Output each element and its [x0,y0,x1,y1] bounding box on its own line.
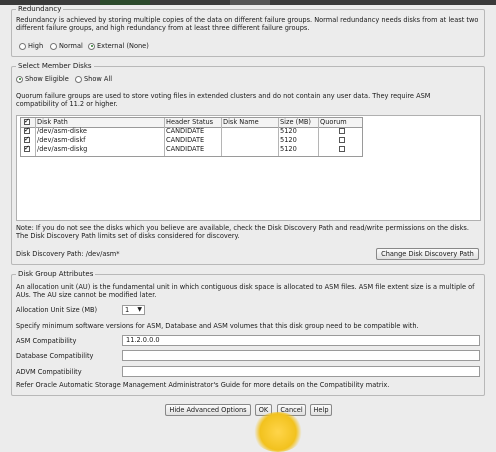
refer-note: Refer Oracle Automatic Storage Managemen… [16,381,390,389]
radio-circle[interactable] [50,42,57,50]
col-disk-path[interactable]: Disk Path [35,118,68,127]
row-checkbox-cell[interactable] [21,144,35,154]
asm-compat-label: ASM Compatibility [16,337,77,345]
asm-compat-input[interactable]: 11.2.0.0.0 [122,335,480,346]
quorum-checkbox-cell[interactable] [337,127,345,136]
header-status-cell: CANDIDATE [166,145,205,153]
row-checkbox[interactable] [24,135,30,144]
disk-path-cell: /dev/asm-diskg [37,145,88,153]
select-all-checkbox[interactable] [24,117,30,126]
change-discovery-path-button[interactable]: Change Disk Discovery Path [376,248,479,260]
db-compat-label: Database Compatibility [16,352,94,360]
col-disk-name[interactable]: Disk Name [221,118,259,127]
db-compat-input[interactable] [122,350,480,361]
radio-show-eligible[interactable]: Show Eligible [16,75,69,83]
size-cell: 5120 [280,127,297,135]
chevron-down-icon: ▼ [137,306,142,313]
size-cell: 5120 [280,145,297,153]
member-disks-legend: Select Member Disks [16,62,94,70]
disk-discovery-note: Note: If you do not see the disks which … [16,224,469,240]
col-header-status[interactable]: Header Status [164,118,213,127]
attributes-legend: Disk Group Attributes [16,270,96,278]
compat-note: Specify minimum software versions for AS… [16,322,419,330]
size-cell: 5120 [280,136,297,144]
au-size-label: Allocation Unit Size (MB) [16,306,98,314]
au-size-select[interactable]: 1 ▼ [122,305,145,315]
col-quorum[interactable]: Quorum [318,118,347,127]
radio-circle-selected[interactable] [88,42,95,50]
radio-normal[interactable]: Normal [50,42,83,50]
radio-circle-selected[interactable] [16,75,23,83]
radio-circle[interactable] [75,75,82,83]
disk-path-cell: /dev/asm-diske [37,127,87,135]
disk-table: Disk Path Header Status Disk Name Size (… [20,117,363,157]
advm-compat-input[interactable] [122,366,480,377]
redundancy-legend: Redundancy [16,5,64,13]
row-checkbox[interactable] [24,144,30,153]
disk-discovery-path-label: Disk Discovery Path: /dev/asm* [16,250,120,258]
help-button[interactable]: Help [310,404,332,416]
radio-external[interactable]: External (None) [88,42,149,50]
top-tab-fragment-2 [230,0,270,5]
cursor-highlight-icon [252,412,304,452]
window-top-bar [0,0,496,5]
quorum-checkbox-cell[interactable] [337,145,345,154]
au-note: An allocation unit (AU) is the fundament… [16,283,475,299]
redundancy-description: Redundancy is achieved by storing multip… [16,16,479,32]
quorum-checkbox[interactable] [339,128,345,134]
row-checkbox[interactable] [24,126,30,135]
radio-show-all[interactable]: Show All [75,75,112,83]
radio-circle[interactable] [19,42,26,50]
radio-high[interactable]: High [19,42,43,50]
advm-compat-label: ADVM Compatibility [16,368,82,376]
disk-path-cell: /dev/asm-diskf [37,136,86,144]
quorum-note: Quorum failure groups are used to store … [16,92,431,108]
quorum-checkbox[interactable] [339,146,345,152]
header-status-cell: CANDIDATE [166,136,205,144]
hide-advanced-options-button[interactable]: Hide Advanced Options [165,404,251,416]
col-size[interactable]: Size (MB) [278,118,311,127]
quorum-checkbox-cell[interactable] [337,136,345,145]
header-status-cell: CANDIDATE [166,127,205,135]
quorum-checkbox[interactable] [339,137,345,143]
top-tab-fragment [100,0,150,5]
